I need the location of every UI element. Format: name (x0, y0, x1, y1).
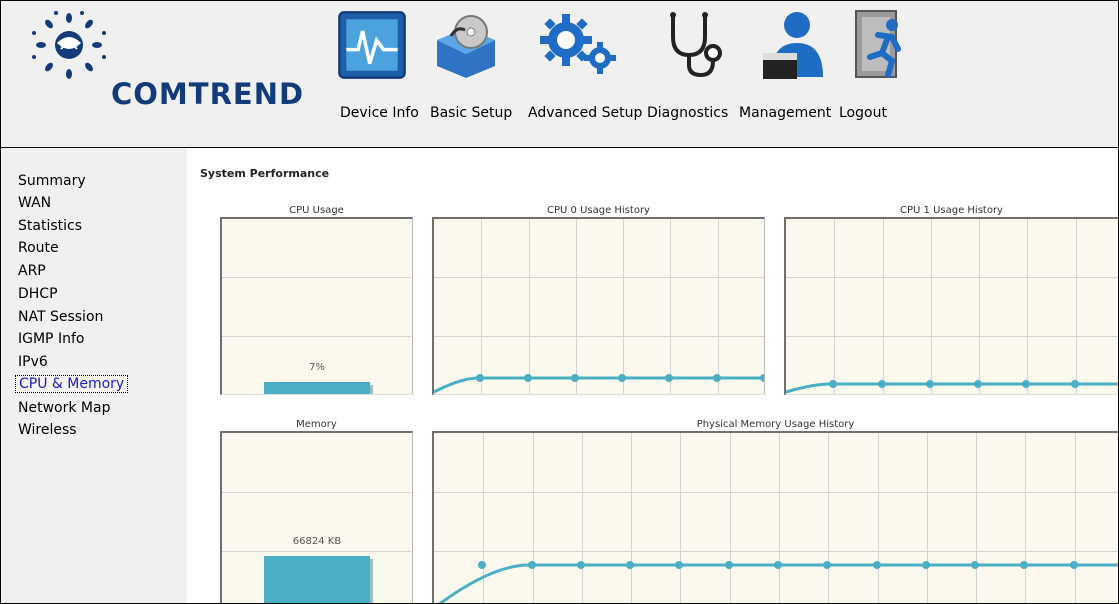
bar-shadow (370, 559, 373, 603)
data-point (878, 380, 886, 388)
usage-bar (264, 556, 370, 603)
memory-chart (222, 492, 411, 603)
series-line (438, 563, 1118, 603)
sidebar-item-igmp-info[interactable]: IGMP Info (18, 331, 84, 347)
nav-label: Logout (839, 105, 887, 121)
cpu-usage-title: CPU Usage (289, 205, 344, 216)
logo-burst-icon (32, 11, 106, 79)
logout-icon (855, 10, 901, 78)
cpu1-history-chart (786, 219, 1118, 394)
data-point (926, 380, 934, 388)
nav-diagnostics[interactable]: Diagnostics (647, 9, 739, 134)
data-point (524, 374, 532, 382)
bar-shadow (370, 385, 373, 394)
data-point (971, 561, 979, 569)
data-point (713, 374, 721, 382)
memory-history-chart (434, 433, 1118, 603)
nav-label: Management (739, 105, 832, 121)
data-point (1070, 561, 1078, 569)
sidebar-item-nat-session[interactable]: NAT Session (18, 309, 103, 325)
sidebar-item-statistics[interactable]: Statistics (18, 218, 82, 234)
sidebar-item-network-map[interactable]: Network Map (18, 400, 110, 416)
cpu1-history-title: CPU 1 Usage History (900, 205, 1003, 216)
sidebar-item-summary[interactable]: Summary (18, 173, 86, 189)
management-icon (763, 12, 823, 79)
memory-title: Memory (296, 419, 337, 430)
sidebar-item-cpu-memory[interactable]: CPU & Memory (15, 375, 129, 393)
data-point (774, 561, 782, 569)
data-point (873, 561, 881, 569)
nav-device-info[interactable]: Device Info (337, 9, 427, 134)
nav-label: Advanced Setup (528, 105, 643, 121)
sidebar: Summary WAN Statistics Route ARP DHCP NA… (1, 148, 187, 603)
data-point (626, 561, 634, 569)
sidebar-item-dhcp[interactable]: DHCP (18, 286, 58, 302)
cpu0-history-title: CPU 0 Usage History (547, 205, 650, 216)
nav-logout[interactable]: Logout (839, 9, 901, 134)
nav-label: Diagnostics (647, 105, 729, 121)
cpu1-history-panel (784, 217, 1118, 395)
advanced-setup-icon (540, 14, 616, 74)
data-point (618, 374, 626, 382)
cpu0-history-chart (434, 219, 764, 394)
data-point (1020, 561, 1028, 569)
data-point (823, 561, 831, 569)
data-point (1022, 380, 1030, 388)
brand-name: COMTREND (111, 77, 305, 111)
sidebar-item-arp[interactable]: ARP (18, 263, 46, 279)
nav-label: Basic Setup (430, 105, 513, 121)
cpu0-history-panel (432, 217, 765, 395)
memory-history-title: Physical Memory Usage History (696, 419, 855, 430)
data-point (478, 561, 486, 569)
nav-management[interactable]: Management (739, 9, 839, 134)
sidebar-item-wireless[interactable]: Wireless (18, 422, 77, 438)
nav-basic-setup[interactable]: Basic Setup (429, 9, 519, 134)
memory-history-panel (432, 431, 1118, 603)
data-point (476, 374, 484, 382)
comtrend-logo: COMTREND (29, 9, 319, 129)
memory-value: 66824 KB (292, 536, 342, 547)
data-point (829, 380, 837, 388)
router-admin-page: COMTREND Device Info Basic Setup Advance… (0, 0, 1119, 604)
data-point (528, 561, 536, 569)
data-point (665, 374, 673, 382)
main-content: System Performance CPU Usage 7% CPU 0 Us… (189, 158, 1118, 603)
cpu-usage-panel: 7% (220, 217, 413, 395)
data-point (922, 561, 930, 569)
usage-bar (264, 382, 370, 394)
basic-setup-icon (437, 15, 495, 78)
nav-label: Device Info (340, 105, 419, 121)
data-point (760, 374, 764, 382)
diagnostics-icon (670, 12, 722, 78)
section-title: System Performance (200, 167, 330, 180)
data-point (675, 561, 683, 569)
device-info-icon (338, 11, 406, 79)
sidebar-item-wan[interactable]: WAN (18, 195, 51, 211)
sidebar-item-ipv6[interactable]: IPv6 (18, 354, 48, 370)
data-point (974, 380, 982, 388)
data-point (725, 561, 733, 569)
memory-panel: 66824 KB (220, 431, 413, 603)
sidebar-item-route[interactable]: Route (18, 240, 59, 256)
header: COMTREND Device Info Basic Setup Advance… (1, 1, 1118, 148)
data-point (571, 374, 579, 382)
cpu-usage-value: 7% (309, 362, 325, 373)
data-point (1071, 380, 1079, 388)
nav-advanced-setup[interactable]: Advanced Setup (526, 9, 644, 134)
data-point (577, 561, 585, 569)
